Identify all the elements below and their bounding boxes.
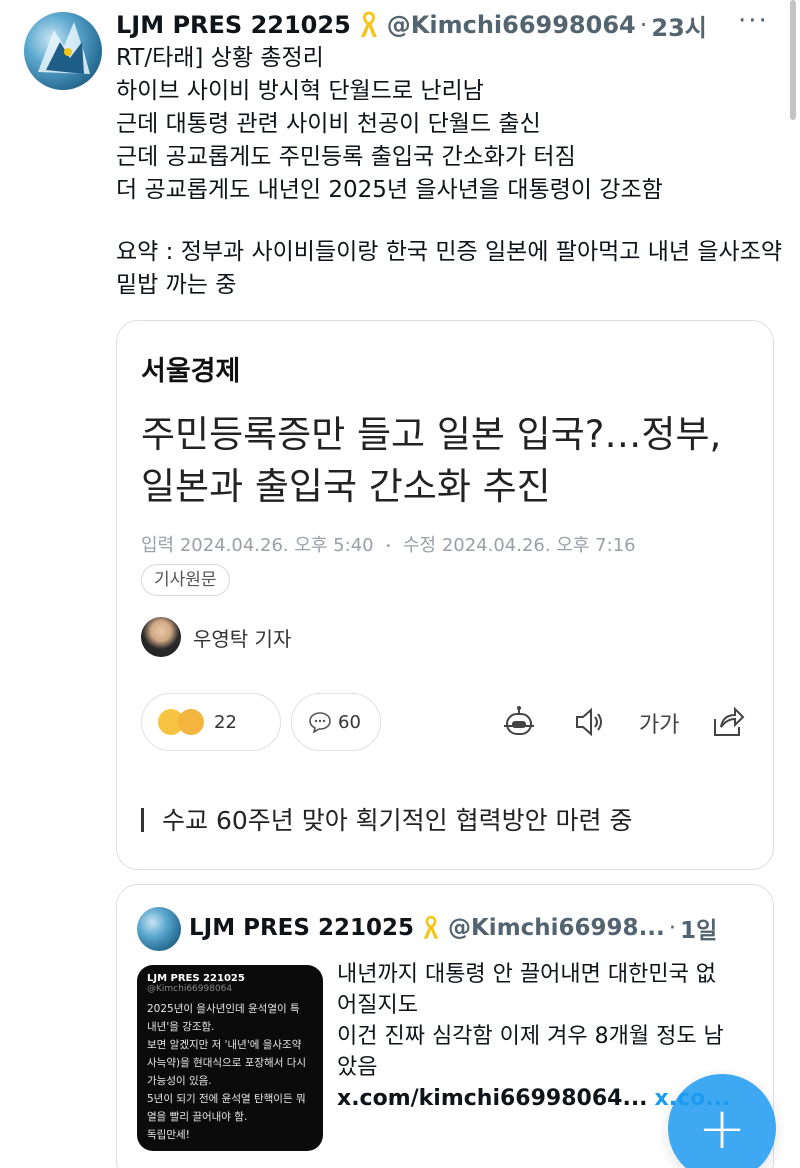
reporter: 우영탁 기자 [141,617,291,657]
quoted-line: 이건 진짜 심각함 이제 겨우 8개월 정도 남 [337,1024,724,1049]
separator: · [639,11,648,39]
quoted-header: LJM PRES 221025 @Kimchi66998... · 1일 [189,911,717,945]
share-icon [714,706,745,736]
article-image-card[interactable]: 서울경제 주민등록증만 들고 일본 입국?…정부, 일본과 출입국 간소화 추진… [116,320,774,870]
tweet-line: 하이브 사이비 방시혁 단월드로 난리남 [116,78,484,104]
tweet-line: 근데 공교롭게도 주민등록 출입국 간소화가 터짐 [116,144,576,170]
article-toolbar: 22 60 가가 [141,693,761,755]
press-name: 서울경제 [141,356,241,387]
avatar-dragon-icon [38,22,90,74]
comment-icon [309,712,331,733]
avatar[interactable] [24,12,102,90]
thumb-line: 5년이 되기 전에 윤석열 탄핵이든 뭐 [147,1093,306,1105]
reporter-photo [141,617,181,657]
plus-icon: + [697,1094,747,1162]
article-subheadline: 수교 60주년 맞아 획기적인 협력방안 마련 중 [141,801,633,837]
reaction-emoji-icon [178,709,204,735]
display-name[interactable]: LJM PRES 221025 [116,11,351,39]
quoted-line: 어질지도 [337,993,418,1018]
article-dates: 입력 2024.04.26. 오후 5:40 • 수정 2024.04.26. … [141,531,636,557]
thumb-line: 열을 빨리 끌어내야 함. [147,1111,248,1123]
speaker-icon [576,707,602,737]
thumb-line: 내년'을 강조함. [147,1021,215,1033]
input-date: 입력 2024.04.26. 오후 5:40 [141,535,374,556]
thumb-line: 사늑약)을 현대식으로 포장해서 다시 [147,1057,307,1069]
more-icon[interactable]: ··· [738,6,800,36]
thumb-handle: @Kimchi66998064 [147,984,233,994]
ribbon-icon [423,915,439,939]
timestamp[interactable]: 23시 [651,8,706,43]
subheadline-text: 수교 60주년 맞아 획기적인 협력방안 마련 중 [162,806,633,835]
tweet-header: LJM PRES 221025 @Kimchi66998064 · 23시 [116,8,786,42]
quoted-avatar [137,907,181,951]
tweet-line: RT/타래] 상황 총정리 [116,45,324,71]
reporter-name: 우영탁 기자 [193,626,292,651]
comment-pill: 60 [291,693,381,751]
quoted-timestamp: 1일 [680,918,718,944]
thumb-line: 보면 알겠지만 저 '내년'에 을사조약 [147,1039,302,1051]
font-size-icon: 가가 [639,713,680,738]
ribbon-icon [360,11,377,37]
original-article-button: 기사원문 [141,564,230,596]
quoted-line: 내년까지 대통령 안 끌어내면 대한민국 없 [337,962,717,987]
reaction-count: 22 [214,711,237,733]
quoted-line: 았음 [337,1055,378,1080]
quoted-link[interactable]: x.com/kimchi66998064... [337,1086,648,1111]
comment-count: 60 [338,711,361,733]
thumb-name: LJM PRES 221025 [147,973,245,984]
date-separator: • [385,540,392,552]
robot-icon [504,706,534,735]
quoted-image[interactable]: LJM PRES 221025 @Kimchi66998064 2025년이 을… [137,965,323,1151]
reaction-pill: 22 [141,693,281,751]
thumb-line: 독립만세! [147,1129,190,1141]
handle[interactable]: @Kimchi66998064 [387,11,636,39]
tweet-body: RT/타래] 상황 총정리 하이브 사이비 방시혁 단월드로 난리남 근데 대통… [116,42,786,298]
thumb-line: 가능성이 있음. [147,1075,212,1087]
edit-date: 수정 2024.04.26. 오후 7:16 [402,535,636,556]
quoted-display-name: LJM PRES 221025 [189,915,414,941]
article-headline: 주민등록증만 들고 일본 입국?…정부, 일본과 출입국 간소화 추진 [141,413,722,508]
quoted-handle: @Kimchi66998... [447,915,665,941]
thumb-line: 2025년이 을사년인데 윤석열이 특 [147,1003,300,1015]
tweet-summary: 요약 : 정부과 사이비들이랑 한국 민증 일본에 팔아먹고 내년 을사조약 밑… [116,239,783,298]
quote-bar [141,808,144,832]
tweet-line: 근데 대통령 관련 사이비 천공이 단월드 출신 [116,111,541,137]
separator: · [668,915,677,941]
tweet-line: 더 공교롭게도 내년인 2025년 을사년을 대통령이 강조함 [116,177,663,203]
